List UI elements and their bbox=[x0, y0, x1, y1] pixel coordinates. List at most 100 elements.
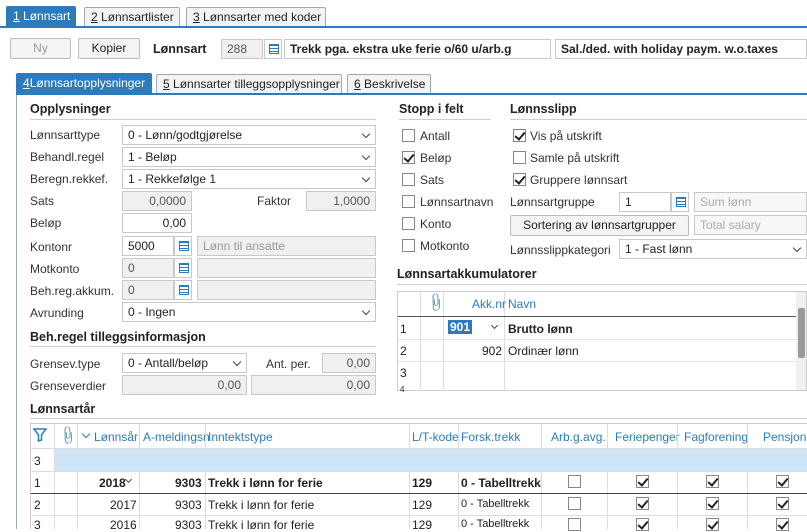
lonnsarttype-select[interactable]: 0 - Lønn/godtgjørelse bbox=[122, 125, 376, 145]
tab-label: Lønnsarter tilleggsopplysninger bbox=[173, 77, 340, 91]
filter-row[interactable] bbox=[55, 449, 807, 471]
col-lonnsar[interactable]: Lønnsår bbox=[94, 430, 138, 444]
gruppe-name-field: Sum lønn bbox=[694, 192, 807, 212]
tab-lonnsartopplysninger[interactable]: 4Lønnsartopplysninger bbox=[16, 73, 152, 93]
tab-lonnsartlister[interactable]: 2 Lønnsartlister bbox=[84, 7, 180, 27]
tab-label: Lønnsarter med koder bbox=[203, 10, 322, 24]
scrollbar-thumb[interactable] bbox=[798, 308, 805, 358]
motkonto-field[interactable]: 0 bbox=[122, 258, 174, 278]
gruppe-lookup-icon[interactable] bbox=[671, 192, 689, 212]
sortering-button[interactable]: Sortering av lønnsartgrupper bbox=[510, 215, 689, 236]
fag-checkbox[interactable] bbox=[706, 497, 719, 510]
arbg-checkbox[interactable] bbox=[568, 518, 581, 531]
lonnsarttype-label: Lønnsarttype bbox=[30, 128, 101, 142]
arbg-checkbox[interactable] bbox=[568, 475, 581, 488]
pensjon-checkbox[interactable] bbox=[776, 475, 789, 488]
akkumulatorer-title: Lønnsartakkumulatorer bbox=[397, 267, 537, 281]
grense1-field[interactable]: 0,00 bbox=[122, 375, 247, 395]
stopp-antall-label: Antall bbox=[420, 129, 451, 143]
pensjon-checkbox[interactable] bbox=[776, 518, 789, 531]
faktor-field[interactable]: 1,0000 bbox=[306, 191, 376, 211]
beregn-select[interactable]: 1 - Rekkefølge 1 bbox=[122, 169, 376, 189]
year-cell[interactable]: 2018 bbox=[99, 476, 126, 490]
stopp-antall-checkbox[interactable] bbox=[402, 129, 415, 142]
gruppere-checkbox[interactable] bbox=[513, 173, 526, 186]
akknr-cell[interactable]: 901 bbox=[448, 320, 473, 334]
ferie-checkbox[interactable] bbox=[636, 518, 649, 531]
grid-line bbox=[139, 424, 140, 529]
row-number: 3 bbox=[34, 518, 41, 532]
year-cell[interactable]: 2016 bbox=[110, 518, 137, 532]
inntekt-cell: Trekk i lønn for ferie bbox=[208, 498, 315, 512]
tab-lonnsart[interactable]: 1 Lønnsart bbox=[6, 6, 76, 26]
behandl-select[interactable]: 1 - Beløp bbox=[122, 147, 376, 167]
filter-icon[interactable] bbox=[33, 428, 47, 442]
lonnsart-number-field[interactable]: 288 bbox=[221, 39, 263, 59]
kontonr-lookup-icon[interactable] bbox=[174, 236, 192, 256]
stopp-konto-checkbox[interactable] bbox=[402, 217, 415, 230]
lonnsartar-title: Lønnsartår bbox=[30, 402, 96, 416]
lookup-icon[interactable] bbox=[264, 39, 282, 59]
row-number: 2 bbox=[400, 344, 407, 358]
tab-tilleggsopplysninger[interactable]: 5 Lønnsarter tilleggsopplysninger bbox=[156, 74, 342, 94]
stopp-motkonto-label: Motkonto bbox=[420, 239, 470, 253]
lonnsart-name-en-field[interactable]: Sal./ded. with holiday paym. w.o.taxes bbox=[555, 39, 807, 59]
col-amelding[interactable]: A-meldingsn bbox=[143, 430, 210, 444]
grid-line bbox=[54, 424, 55, 529]
vis-checkbox[interactable] bbox=[513, 129, 526, 142]
samle-checkbox[interactable] bbox=[513, 151, 526, 164]
ferie-checkbox[interactable] bbox=[636, 475, 649, 488]
fag-checkbox[interactable] bbox=[706, 475, 719, 488]
akkumulatorer-grid bbox=[397, 291, 807, 391]
tab-number: 2 bbox=[91, 10, 98, 24]
behreg-lookup-icon[interactable] bbox=[174, 280, 192, 300]
ferie-checkbox[interactable] bbox=[636, 497, 649, 510]
tab-number: 3 bbox=[193, 10, 200, 24]
tab-beskrivelse[interactable]: 6 Beskrivelse bbox=[347, 74, 431, 94]
col-forsk-trekk[interactable]: Forsk.trekk bbox=[461, 430, 520, 444]
samle-label: Samle på utskrift bbox=[530, 151, 620, 165]
stopp-lonnsartnavn-checkbox[interactable] bbox=[402, 195, 415, 208]
col-lt-kode[interactable]: L/T-kode bbox=[412, 430, 459, 444]
new-button[interactable]: Ny bbox=[10, 38, 71, 59]
stopp-sats-checkbox[interactable] bbox=[402, 173, 415, 186]
col-arbg-avg[interactable]: Arb.g.avg. bbox=[551, 430, 606, 444]
col-fagforening[interactable]: Fagforening bbox=[684, 430, 748, 444]
year-cell[interactable]: 2017 bbox=[110, 498, 137, 512]
col-akknr[interactable]: Akk.nr bbox=[472, 297, 506, 311]
kategori-select[interactable]: 1 - Fast lønn bbox=[619, 239, 807, 259]
grense2-field[interactable]: 0,00 bbox=[251, 375, 376, 395]
fag-checkbox[interactable] bbox=[706, 518, 719, 531]
motkonto-lookup-icon[interactable] bbox=[174, 258, 192, 278]
copy-button[interactable]: Kopier bbox=[78, 38, 140, 59]
stopp-motkonto-checkbox[interactable] bbox=[402, 239, 415, 252]
divider bbox=[30, 346, 376, 347]
col-feriepenger[interactable]: Feriepenger bbox=[615, 430, 680, 444]
belop-label: Beløp bbox=[30, 216, 62, 230]
behreg-field[interactable]: 0 bbox=[122, 280, 174, 300]
antper-field[interactable]: 0,00 bbox=[322, 353, 376, 373]
kontonr-desc-field: Lønn til ansatte bbox=[197, 236, 376, 256]
tab-lonnsarter-med-koder[interactable]: 3 Lønnsarter med koder bbox=[186, 7, 326, 27]
kontonr-field[interactable]: 5000 bbox=[122, 236, 174, 256]
pensjon-checkbox[interactable] bbox=[776, 497, 789, 510]
stopp-konto-label: Konto bbox=[420, 217, 452, 231]
lonnsart-name-field[interactable]: Trekk pga. ekstra uke ferie o/60 u/arb.g bbox=[284, 39, 551, 59]
stopp-belop-checkbox[interactable] bbox=[402, 151, 415, 164]
col-navn[interactable]: Navn bbox=[508, 297, 536, 311]
grid-line bbox=[677, 424, 678, 529]
row-number: 3 bbox=[34, 454, 41, 468]
grensev-select[interactable]: 0 - Antall/beløp bbox=[122, 353, 247, 373]
avrunding-select[interactable]: 0 - Ingen bbox=[122, 302, 376, 322]
stopp-title: Stopp i felt bbox=[399, 102, 464, 116]
arbg-checkbox[interactable] bbox=[568, 497, 581, 510]
gruppe-field[interactable]: 1 bbox=[619, 192, 671, 212]
total-salary-field: Total salary bbox=[694, 215, 807, 235]
panel-left-border bbox=[16, 95, 17, 529]
tab-label: Lønnsart bbox=[23, 9, 71, 23]
col-inntektstype[interactable]: Inntektstype bbox=[208, 430, 273, 444]
sats-field[interactable]: 0,0000 bbox=[122, 191, 192, 211]
belop-field[interactable]: 0,00 bbox=[122, 213, 192, 233]
col-pensjon[interactable]: Pensjon bbox=[763, 430, 806, 444]
akknr-cell[interactable]: 902 bbox=[482, 344, 502, 358]
